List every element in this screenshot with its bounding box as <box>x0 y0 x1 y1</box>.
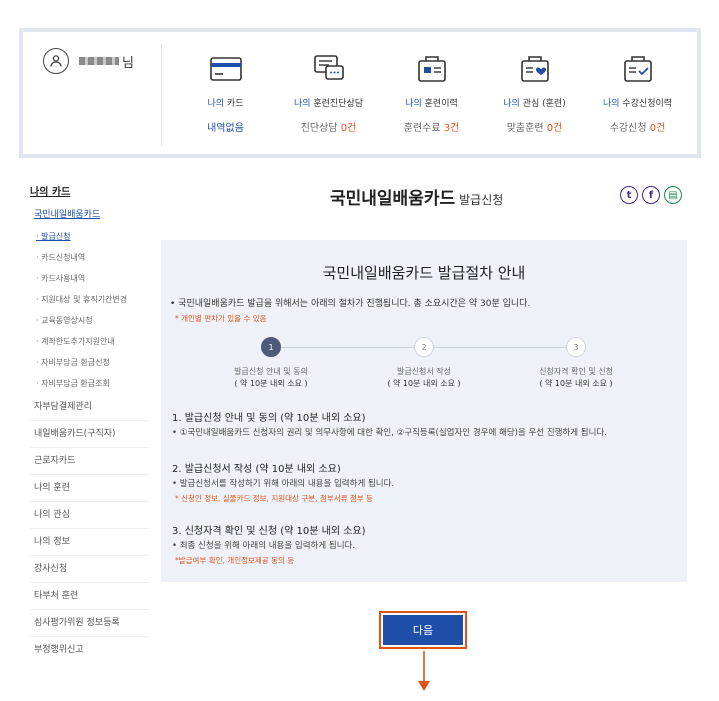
step-3-label: 신청자격 확인 및 신청( 약 10분 내외 소요 ) <box>539 367 613 388</box>
section-3-heading: 3. 신청자격 확인 및 신청 (약 10분 내외 소요) <box>172 526 366 537</box>
section-3-body: • 최종 신청을 위해 아래의 내용을 입력하게 됩니다. <box>172 541 356 551</box>
sidebar-item-card-usage[interactable]: · 카드사용내역 <box>30 268 148 289</box>
guide-intro: • 국민내일배움카드 발급을 위해서는 아래의 절차가 진행됩니다. 총 소요시… <box>170 299 531 309</box>
stat-value: 맞춤훈련 0건 <box>506 123 563 134</box>
sidebar-item-payment[interactable]: 자부담결제관리 <box>30 394 148 421</box>
sidebar-item-limit-support[interactable]: · 계좌한도추가지원안내 <box>30 331 148 352</box>
divider <box>161 44 162 146</box>
sidebar-item-refund-apply[interactable]: · 자비부담금 환급신청 <box>30 352 148 373</box>
consult-chat-icon <box>313 55 344 80</box>
sidebar-item-instructor[interactable]: 강사신청 <box>30 556 148 583</box>
guide-intro-note: * 개인별 편차가 있을 수 있음 <box>175 314 267 323</box>
sidebar-item-eligibility-change[interactable]: · 지원대상 및 휴직기간변경 <box>30 289 148 310</box>
next-button[interactable]: 다음 <box>383 615 463 645</box>
section-2-body: • 발급신청서를 작성하기 위해 아래의 내용을 입력하게 됩니다. <box>172 479 395 489</box>
sidebar-item-other-ministry[interactable]: 타부처 훈련 <box>30 583 148 610</box>
sidebar-item-apply[interactable]: · 발급신청 <box>30 226 148 247</box>
twitter-icon[interactable]: t <box>620 186 638 204</box>
sidebar-item-card-application[interactable]: · 카드신청내역 <box>30 247 148 268</box>
sidebar-item-my-interest[interactable]: 나의 관심 <box>30 502 148 529</box>
stat-label: 나의 훈련진단상담 <box>293 99 364 109</box>
step-1-label: 발급신청 안내 및 동의( 약 10분 내외 소요 ) <box>234 367 308 388</box>
sidebar-my-card[interactable]: 나의 카드 <box>30 182 148 204</box>
stat-course-history[interactable]: 나의 수강신청이력 수강신청 0건 <box>585 50 690 134</box>
step-3-marker: 3 <box>566 337 586 357</box>
summary-stats: 나의 카드 내역없음 나의 훈련진단상담 진단상담 0건 나의 훈련이력 훈련수… <box>173 50 698 150</box>
step-2-label: 발급신청서 작성( 약 10분 내외 소요 ) <box>387 367 461 388</box>
sidebar-national-card[interactable]: 국민내일배움카드 <box>30 204 148 226</box>
user-profile: 님 <box>43 48 134 74</box>
print-icon[interactable]: ▤ <box>664 186 682 204</box>
sidebar-item-worker-card[interactable]: 근로자카드 <box>30 448 148 475</box>
sidebar-item-refund-inquiry[interactable]: · 자비부담금 환급조회 <box>30 373 148 394</box>
sidebar-item-education-video[interactable]: · 교육동영상시청 <box>30 310 148 331</box>
stat-training-consult[interactable]: 나의 훈련진단상담 진단상담 0건 <box>276 50 381 134</box>
page-title: 국민내일배움카드 발급신청 <box>330 189 504 209</box>
sidebar-item-evaluator[interactable]: 심사평가위원 정보등록 <box>30 610 148 637</box>
step-1-marker: 1 <box>261 337 281 357</box>
section-2-heading: 2. 발급신청서 작성 (약 10분 내외 소요) <box>172 464 341 475</box>
section-1-heading: 1. 발급신청 안내 및 동의 (약 10분 내외 소요) <box>172 413 366 424</box>
section-1-body: • ①국민내일배움카드 신청자의 권리 및 의무사항에 대한 확인, ②구직등록… <box>172 428 607 438</box>
page: 님 나의 카드 내역없음 나의 훈련진단상담 진단상담 0건 나의 훈련이력 훈… <box>0 0 719 701</box>
stat-label: 나의 관심 (훈련) <box>503 99 566 109</box>
facebook-icon[interactable]: f <box>642 186 660 204</box>
guide-title: 국민내일배움카드 발급절차 안내 <box>322 264 526 282</box>
share-buttons: t f ▤ <box>620 186 682 204</box>
stat-value: 진단상담 0건 <box>300 123 357 134</box>
arrow-down-icon <box>418 651 430 691</box>
section-3-note: *발급여부 확인, 개인정보제공 동의 등 <box>175 556 295 565</box>
section-2-note: * 신청인 정보, 실물카드 정보, 지원대상 구분, 첨부서류 첨부 등 <box>175 494 373 503</box>
user-name-suffix: 님 <box>122 55 134 71</box>
stat-value: 수강신청 0건 <box>609 123 666 134</box>
training-history-icon <box>417 56 446 82</box>
my-summary-panel: 님 나의 카드 내역없음 나의 훈련진단상담 진단상담 0건 나의 훈련이력 훈… <box>19 28 701 158</box>
sidebar-item-my-info[interactable]: 나의 정보 <box>30 529 148 556</box>
stat-value: 내역없음 <box>207 123 244 134</box>
stat-label: 나의 카드 <box>207 99 244 109</box>
stat-training-history[interactable]: 나의 훈련이력 훈련수료 3건 <box>379 50 484 134</box>
stat-label: 나의 수강신청이력 <box>602 99 673 109</box>
stat-value: 훈련수료 3건 <box>403 123 460 134</box>
sidebar-item-jobseeker-card[interactable]: 내일배움카드(구직자) <box>30 421 148 448</box>
stat-label: 나의 훈련이력 <box>405 99 458 109</box>
avatar-icon <box>43 48 69 74</box>
step-2-marker: 2 <box>414 337 434 357</box>
guide-box: 국민내일배움카드 발급절차 안내 • 국민내일배움카드 발급을 위해서는 아래의… <box>161 240 687 582</box>
stat-my-interest[interactable]: 나의 관심 (훈련) 맞춤훈련 0건 <box>482 50 587 134</box>
sidebar-item-my-training[interactable]: 나의 훈련 <box>30 475 148 502</box>
sidebar-submenu: · 발급신청 · 카드신청내역 · 카드사용내역 · 지원대상 및 휴직기간변경… <box>30 226 148 394</box>
card-icon <box>209 57 242 81</box>
interest-heart-icon <box>520 56 549 82</box>
course-check-icon <box>623 56 652 82</box>
sidebar: 나의 카드 국민내일배움카드 · 발급신청 · 카드신청내역 · 카드사용내역 … <box>30 182 148 664</box>
next-button-highlight: 다음 <box>379 611 467 649</box>
stat-my-card[interactable]: 나의 카드 내역없음 <box>173 50 278 134</box>
sidebar-item-report-fraud[interactable]: 부정행위신고 <box>30 637 148 664</box>
user-name-redacted <box>79 57 119 65</box>
